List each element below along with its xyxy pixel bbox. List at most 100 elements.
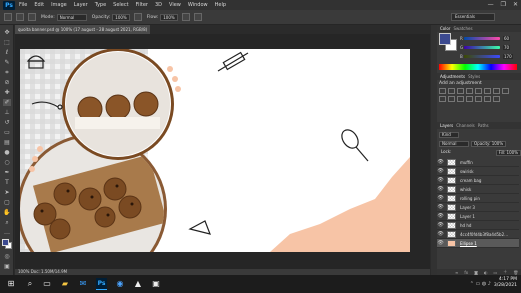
channel-mixer-icon[interactable]	[448, 96, 455, 102]
tab-styles[interactable]: Styles	[468, 74, 480, 79]
task-view-icon[interactable]: ▭	[42, 278, 52, 290]
visibility-eye-icon[interactable]: 👁	[437, 177, 444, 183]
menu-type[interactable]: Type	[95, 2, 106, 8]
selective-color-icon[interactable]	[493, 96, 500, 102]
threshold-icon[interactable]	[475, 96, 482, 102]
menu-select[interactable]: Select	[113, 2, 128, 8]
layer-filter-kind[interactable]: Kind	[439, 131, 459, 138]
gradient-tool-icon[interactable]: ▤	[3, 139, 11, 146]
mask-icon[interactable]: ◙	[474, 270, 478, 275]
eyedropper-tool-icon[interactable]: ⊘	[3, 79, 11, 86]
visibility-eye-icon[interactable]: 👁	[437, 231, 444, 237]
workspace-select[interactable]: Essentials	[451, 13, 495, 21]
invert-icon[interactable]	[457, 96, 464, 102]
tab-color[interactable]: Color	[440, 26, 450, 31]
pressure-opacity-icon[interactable]	[133, 13, 142, 21]
system-clock[interactable]: 4:17 PM 3/28/2021	[494, 277, 517, 289]
brush-settings-icon[interactable]	[16, 13, 24, 21]
healing-tool-icon[interactable]: ✚	[3, 89, 11, 96]
color-spectrum[interactable]	[439, 64, 517, 70]
layer-row[interactable]: 👁 hd hd	[437, 221, 519, 230]
minimize-button[interactable]: —	[488, 1, 494, 8]
menu-file[interactable]: File	[19, 2, 27, 8]
layer-row[interactable]: 👁 Ellipse 1	[437, 239, 519, 248]
opacity-field[interactable]: 100%	[112, 13, 130, 21]
visibility-eye-icon[interactable]: 👁	[437, 222, 444, 228]
layer-row[interactable]: 👁 cream bag	[437, 176, 519, 185]
quick-mask-icon[interactable]: ◎	[3, 253, 11, 260]
blend-mode-select[interactable]: Normal	[439, 140, 469, 147]
trash-icon[interactable]: 🗑	[513, 270, 518, 275]
link-icon[interactable]: ∞	[455, 270, 458, 275]
layer-row[interactable]: 👁 Layer 3	[437, 203, 519, 212]
visibility-eye-icon[interactable]: 👁	[437, 204, 444, 210]
screen-mode-icon[interactable]: ▣	[3, 263, 11, 270]
tab-swatches[interactable]: Swatches	[453, 26, 472, 31]
menu-edit[interactable]: Edit	[34, 2, 44, 8]
green-value[interactable]: 70	[503, 44, 511, 50]
menu-layer[interactable]: Layer	[74, 2, 88, 8]
move-tool-icon[interactable]: ✥	[3, 29, 11, 36]
visibility-eye-icon[interactable]: 👁	[437, 195, 444, 201]
visibility-eye-icon[interactable]: 👁	[437, 240, 444, 246]
hue-saturation-icon[interactable]	[484, 88, 491, 94]
posterize-icon[interactable]	[466, 96, 473, 102]
layer-row[interactable]: 👁 rolling pin	[437, 194, 519, 203]
menu-filter[interactable]: Filter	[136, 2, 148, 8]
canvas[interactable]	[20, 49, 410, 252]
blue-slider[interactable]: B 170	[460, 53, 516, 59]
gradient-map-icon[interactable]	[484, 96, 491, 102]
photos-icon[interactable]: ▲	[133, 278, 143, 290]
eraser-tool-icon[interactable]: ▭	[3, 129, 11, 136]
edge-browser-icon[interactable]: ◉	[115, 278, 125, 290]
folder-icon[interactable]: ▭	[494, 270, 498, 275]
history-brush-tool-icon[interactable]: ↺	[3, 119, 11, 126]
levels-icon[interactable]	[448, 88, 455, 94]
color-balance-icon[interactable]	[493, 88, 500, 94]
tab-channels[interactable]: Channels	[456, 123, 475, 128]
menu-window[interactable]: Window	[188, 2, 208, 8]
layer-row[interactable]: 👁 4cc4f0fd4b3f8a4d5b2…	[437, 230, 519, 239]
pen-tool-icon[interactable]: ✒	[3, 169, 11, 176]
blue-value[interactable]: 170	[503, 53, 513, 59]
mail-icon[interactable]: ✉	[78, 278, 88, 290]
search-icon[interactable]: ⌕	[25, 278, 35, 290]
curves-icon[interactable]	[457, 88, 464, 94]
menu-3d[interactable]: 3D	[155, 2, 162, 8]
mode-select[interactable]: Normal	[56, 13, 87, 21]
layer-row[interactable]: 👁 muffin	[437, 158, 519, 167]
layer-row[interactable]: 👁 swirisk	[437, 167, 519, 176]
layer-row[interactable]: 👁 whisk	[437, 185, 519, 194]
tab-layers[interactable]: Layers	[440, 123, 453, 128]
menu-help[interactable]: Help	[215, 2, 226, 8]
clone-stamp-tool-icon[interactable]: ⊥	[3, 109, 11, 116]
brush-preset-icon[interactable]	[4, 13, 12, 21]
more-tools-icon[interactable]: …	[3, 229, 11, 236]
path-select-tool-icon[interactable]: ➤	[3, 189, 11, 196]
visibility-eye-icon[interactable]: 👁	[437, 186, 444, 192]
red-value[interactable]: 60	[503, 35, 511, 41]
pressure-size-icon[interactable]	[193, 13, 202, 21]
visibility-eye-icon[interactable]: 👁	[437, 159, 444, 165]
tab-adjustments[interactable]: Adjustments	[440, 74, 465, 79]
maximize-button[interactable]: ❐	[501, 1, 506, 8]
red-slider[interactable]: R 60	[460, 35, 516, 41]
shape-tool-icon[interactable]: ▢	[3, 199, 11, 206]
system-tray-icons[interactable]: ⌃ ▭ ◍ ♪	[470, 281, 491, 287]
quick-select-tool-icon[interactable]: ✎	[3, 59, 11, 66]
visibility-eye-icon[interactable]: 👁	[437, 168, 444, 174]
layer-row[interactable]: 👁 Layer 1	[437, 212, 519, 221]
visibility-eye-icon[interactable]: 👁	[437, 213, 444, 219]
crop-tool-icon[interactable]: ⌗	[3, 69, 11, 76]
hand-tool-icon[interactable]: ✋	[3, 209, 11, 216]
lasso-tool-icon[interactable]: ℓ	[3, 49, 11, 56]
green-slider[interactable]: G 70	[460, 44, 516, 50]
black-white-icon[interactable]	[502, 88, 509, 94]
windows-start-icon[interactable]: ⊞	[6, 278, 16, 290]
dodge-tool-icon[interactable]: ○	[3, 159, 11, 166]
brightness-icon[interactable]	[439, 88, 446, 94]
adjust-icon[interactable]: ◐	[484, 270, 488, 275]
brush-tool-icon[interactable]: ✐	[3, 99, 11, 106]
document-tab[interactable]: quoita banner.psd @ 100% (17 august - 28…	[15, 25, 150, 34]
airbrush-icon[interactable]	[181, 13, 190, 21]
